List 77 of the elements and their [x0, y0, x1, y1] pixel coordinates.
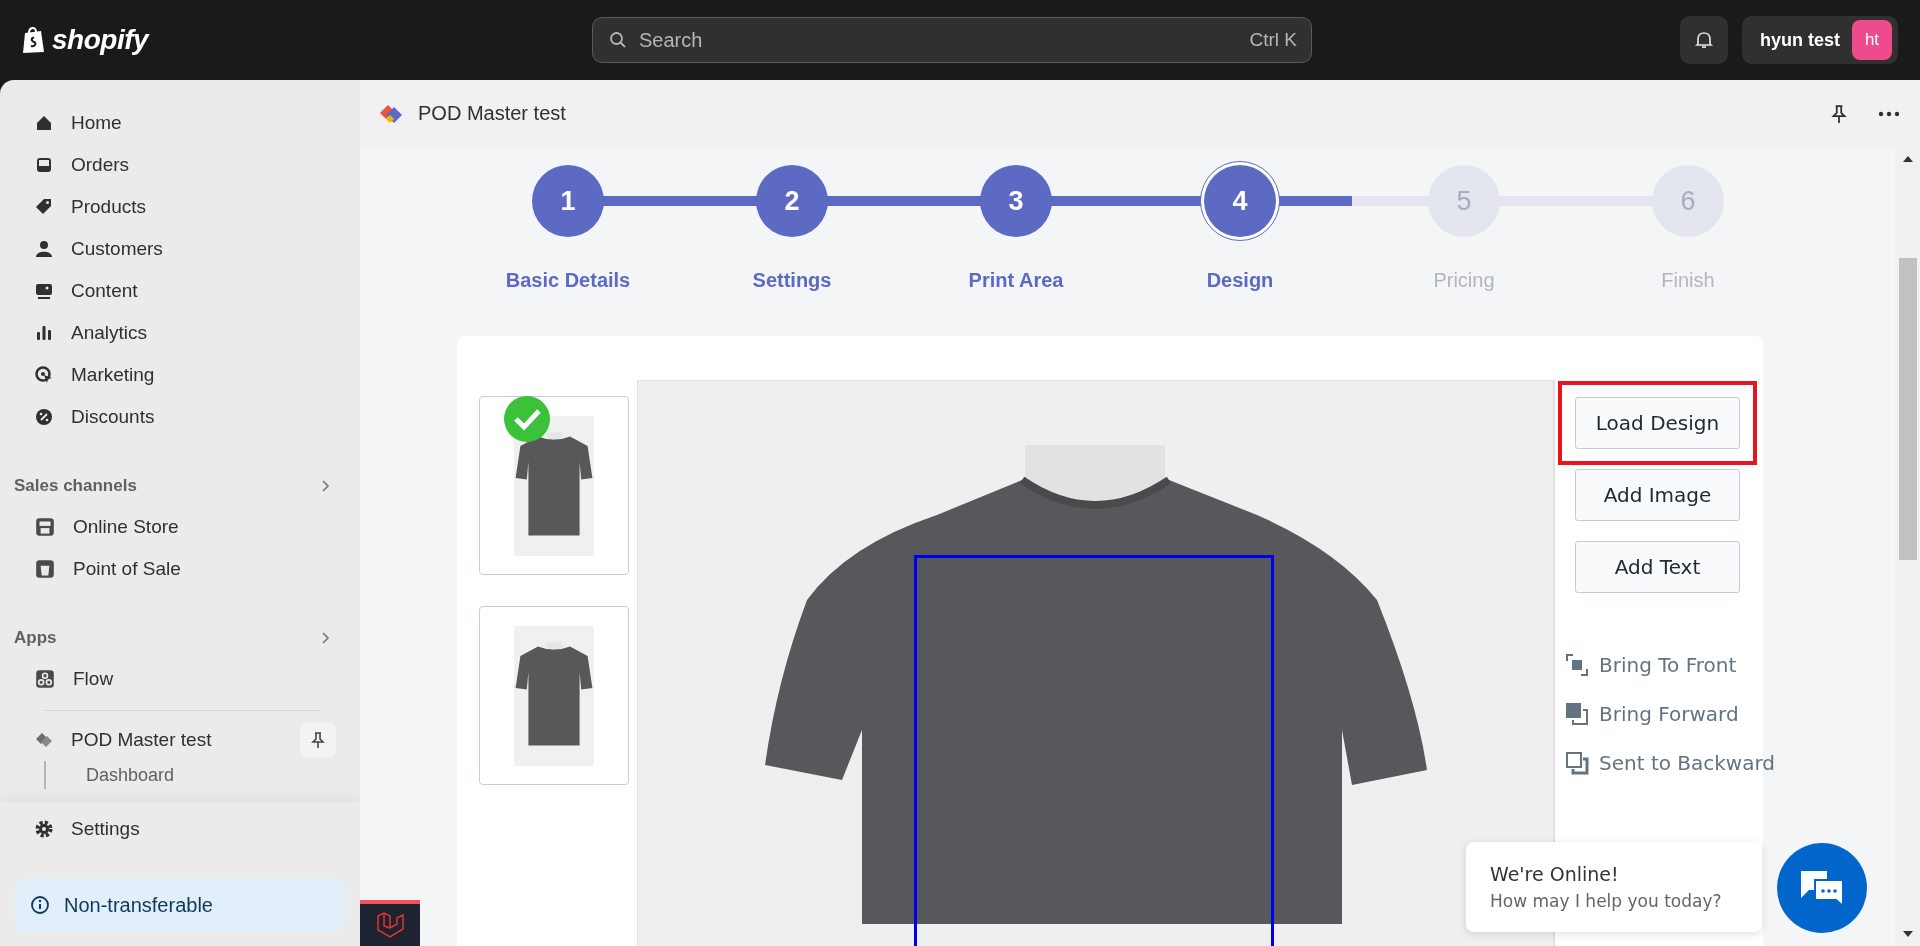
- pin-button[interactable]: [300, 722, 336, 758]
- bar-chart-icon: [34, 323, 54, 343]
- more-options-icon[interactable]: [1878, 110, 1900, 117]
- scrollbar[interactable]: [1895, 147, 1920, 946]
- search-bar[interactable]: Search Ctrl K: [592, 17, 1312, 63]
- section-heading[interactable]: Apps: [14, 628, 57, 648]
- shopping-bag-logo-icon: [22, 26, 46, 54]
- layers-front-icon: [1565, 653, 1589, 677]
- step-label: Pricing: [1433, 269, 1495, 292]
- print-area-outline[interactable]: [914, 555, 1274, 946]
- nav-item[interactable]: Discounts: [14, 396, 344, 438]
- search-icon: [609, 31, 627, 49]
- image-monitor-icon: [34, 281, 54, 301]
- step-circle[interactable]: 4: [1200, 161, 1280, 241]
- chevron-right-icon[interactable]: [320, 479, 330, 493]
- keyboard-shortcut: Ctrl K: [1249, 29, 1297, 51]
- step-label: Print Area: [968, 269, 1064, 292]
- home-icon: [34, 113, 54, 133]
- action-button[interactable]: Add Image: [1575, 469, 1740, 521]
- nav-item[interactable]: Orders: [14, 144, 344, 186]
- nav-item[interactable]: Marketing: [14, 354, 344, 396]
- gear-icon: [34, 819, 54, 839]
- sub-nav-item[interactable]: Dashboard: [86, 761, 344, 789]
- nav-item[interactable]: Customers: [14, 228, 344, 270]
- pin-icon[interactable]: [1830, 103, 1848, 124]
- percent-badge-icon: [34, 407, 54, 427]
- nav-item[interactable]: Products: [14, 186, 344, 228]
- chat-title: We're Online!: [1490, 863, 1620, 885]
- chat-bubble[interactable]: We're Online! How may I help you today?: [1466, 842, 1762, 932]
- layer-tool[interactable]: Sent to Backward: [1565, 751, 1776, 775]
- chevron-right-icon[interactable]: [320, 631, 330, 645]
- nav-item[interactable]: Point of Sale: [14, 548, 344, 590]
- action-button[interactable]: Add Text: [1575, 541, 1740, 593]
- layer-tool[interactable]: Bring To Front: [1565, 653, 1776, 677]
- nav-item[interactable]: POD Master test: [14, 719, 300, 761]
- app-title: POD Master test: [418, 102, 566, 125]
- cube-logo-icon: [375, 910, 405, 940]
- layers-backward-icon: [1565, 751, 1589, 775]
- search-input[interactable]: Search: [637, 27, 1240, 53]
- flow-nodes-icon: [34, 668, 56, 690]
- scroll-down-icon[interactable]: [1902, 930, 1913, 938]
- step-label: Design: [1206, 269, 1274, 292]
- step-label: Finish: [1661, 269, 1715, 292]
- view-thumbnail[interactable]: [479, 396, 629, 575]
- storefront-icon: [34, 516, 56, 538]
- step-label: Basic Details: [505, 269, 631, 292]
- plan-label: Non-transferable: [64, 893, 213, 917]
- diamond-logo-icon: [34, 730, 54, 750]
- nav-item[interactable]: Home: [14, 102, 344, 144]
- debug-tab[interactable]: [360, 900, 420, 946]
- target-cursor-icon: [34, 365, 54, 385]
- chat-message: How may I help you today?: [1490, 891, 1723, 911]
- person-icon: [34, 239, 54, 259]
- tag-icon: [34, 197, 54, 217]
- info-icon: [30, 895, 50, 915]
- check-badge-icon: [504, 396, 550, 442]
- nav-item[interactable]: Settings: [14, 808, 346, 850]
- shopping-bag-icon: [34, 558, 56, 580]
- account-button[interactable]: hyun test ht: [1742, 16, 1898, 64]
- brand-name[interactable]: shopify: [52, 24, 149, 56]
- view-thumbnail[interactable]: [479, 606, 629, 785]
- nav-item[interactable]: Content: [14, 270, 344, 312]
- action-button[interactable]: Load Design: [1575, 397, 1740, 449]
- plan-badge[interactable]: Non-transferable: [14, 878, 346, 932]
- scroll-up-icon[interactable]: [1902, 155, 1913, 163]
- bell-icon: [1694, 30, 1714, 50]
- notifications-button[interactable]: [1680, 16, 1728, 64]
- layer-tool[interactable]: Bring Forward: [1565, 702, 1776, 726]
- nav-item[interactable]: Analytics: [14, 312, 344, 354]
- nav-item[interactable]: Online Store: [14, 506, 344, 548]
- inbox-icon: [34, 155, 54, 175]
- layers-forward-icon: [1565, 702, 1589, 726]
- section-heading[interactable]: Sales channels: [14, 476, 137, 496]
- nav-item[interactable]: Flow: [14, 658, 344, 700]
- avatar-initials: ht: [1852, 20, 1892, 60]
- pin-icon: [310, 731, 326, 749]
- step-label: Settings: [752, 269, 832, 292]
